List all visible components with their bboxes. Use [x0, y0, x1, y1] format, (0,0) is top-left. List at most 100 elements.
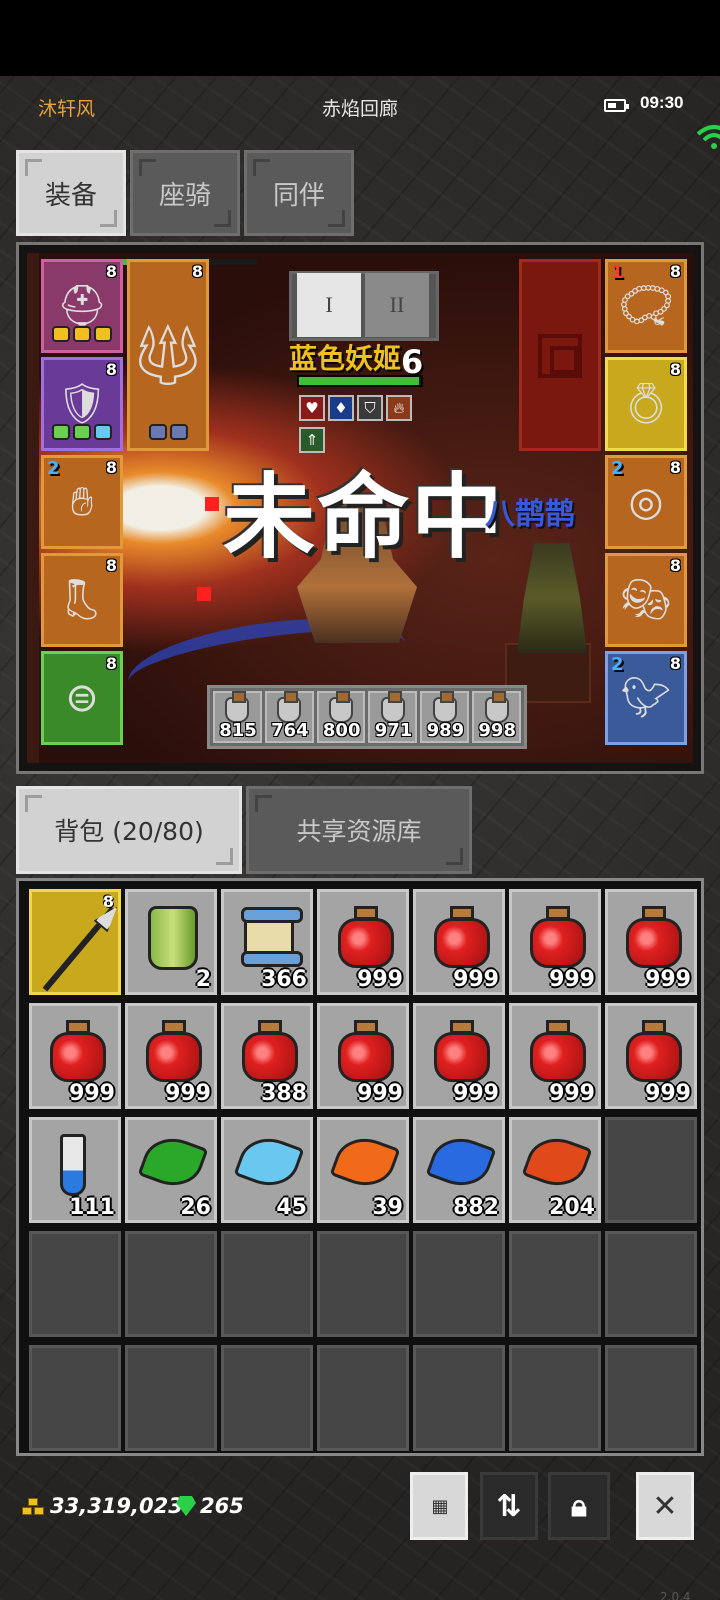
glove-icon: ✋︎	[70, 479, 94, 525]
enemy-buffs: ♥ ♦ ⛉ 🔥︎	[299, 395, 412, 421]
empty-bag-slot[interactable]	[317, 1231, 409, 1337]
item-level: 8	[102, 892, 114, 911]
bag-item[interactable]: 999	[125, 1003, 217, 1109]
bag-item[interactable]: 204	[509, 1117, 601, 1223]
potion-slot[interactable]: 971	[368, 691, 418, 743]
earring-icon: ◎	[628, 479, 664, 525]
item-count: 999	[453, 1081, 499, 1106]
trident-icon: 🔱︎	[129, 320, 207, 390]
empty-bag-slot[interactable]	[605, 1231, 697, 1337]
gold-coin-icon	[22, 1498, 46, 1518]
tab-backpack-label: 背包 (20/80)	[54, 817, 204, 846]
bag-item[interactable]: 999	[413, 1003, 505, 1109]
tab-mount[interactable]: 座骑	[130, 150, 240, 236]
fire-buff-icon[interactable]: 🔥︎	[386, 395, 412, 421]
item-count: 2	[195, 967, 211, 992]
mask-slot[interactable]: 🎭︎ 8	[605, 553, 687, 647]
amulet-slot[interactable]: 📿︎ 1 8	[605, 259, 687, 353]
glove-slot[interactable]: ✋︎ 2 8	[41, 455, 123, 549]
bag-item[interactable]: 999	[509, 1003, 601, 1109]
potion-count: 800	[322, 720, 361, 741]
grid-view-button[interactable]: ▦	[410, 1472, 468, 1540]
bag-item[interactable]: 366	[221, 889, 313, 995]
empty-bag-slot[interactable]	[125, 1345, 217, 1451]
sort-button[interactable]: ⇅	[480, 1472, 538, 1540]
potion-slot[interactable]: 998	[472, 691, 521, 743]
tab-equipment[interactable]: 装备	[16, 150, 126, 236]
bag-item[interactable]: 999	[605, 1003, 697, 1109]
earring-slot[interactable]: ◎ 2 8	[605, 455, 687, 549]
bag-item[interactable]: 999	[605, 889, 697, 995]
item-count: 39	[372, 1195, 403, 1220]
potion-slot[interactable]: 800	[316, 691, 366, 743]
round-2-button[interactable]: II	[365, 273, 429, 337]
bag-item[interactable]: 8	[29, 889, 121, 995]
bag-item[interactable]: 26	[125, 1117, 217, 1223]
bag-item[interactable]: 2	[125, 889, 217, 995]
empty-weapon-slot[interactable]	[519, 259, 601, 451]
belt-slot[interactable]: ⊜ 8	[41, 651, 123, 745]
bag-item[interactable]: 999	[29, 1003, 121, 1109]
bag-item[interactable]: 999	[509, 889, 601, 995]
empty-bag-slot[interactable]	[413, 1231, 505, 1337]
helmet-slot[interactable]: ⛑︎ 8	[41, 259, 123, 353]
round-2-label: II	[389, 292, 405, 317]
boots-slot[interactable]: 👢︎ 8	[41, 553, 123, 647]
helmet-icon: ⛑︎	[56, 283, 108, 329]
bag-item[interactable]: 999	[413, 889, 505, 995]
tab-backpack[interactable]: 背包 (20/80)	[16, 786, 242, 874]
empty-bag-slot[interactable]	[605, 1345, 697, 1451]
mana-buff-icon[interactable]: ♦	[328, 395, 354, 421]
empty-bag-slot[interactable]	[125, 1231, 217, 1337]
damage-spark	[205, 497, 219, 511]
shield-buff-icon[interactable]: ⛉	[357, 395, 383, 421]
empty-bag-slot[interactable]	[509, 1231, 601, 1337]
item-count: 999	[645, 967, 691, 992]
tab-shared-storage[interactable]: 共享资源库	[246, 786, 472, 874]
gem-amount: 265	[200, 1494, 244, 1518]
empty-bag-slot[interactable]	[317, 1345, 409, 1451]
lock-button[interactable]: 🔒︎	[548, 1472, 610, 1540]
enemy-sprite[interactable]	[517, 543, 587, 653]
round-1-button[interactable]: I	[297, 273, 361, 337]
potion-slot[interactable]: 989	[420, 691, 470, 743]
bag-item[interactable]: 45	[221, 1117, 313, 1223]
close-button[interactable]: ✕	[636, 1472, 694, 1540]
slot-level: 8	[105, 360, 117, 379]
bottom-toolbar: 33,319,023 265 ▦ ⇅ 🔒︎ ✕	[0, 1464, 720, 1564]
empty-bag-slot[interactable]	[221, 1345, 313, 1451]
weapon-slot[interactable]: 🔱︎ 8	[127, 259, 209, 451]
tab-equipment-label: 装备	[44, 180, 97, 211]
enemy-hp-bar	[297, 375, 423, 387]
bag-item[interactable]: 882	[413, 1117, 505, 1223]
gem-sockets	[52, 326, 112, 344]
empty-bag-slot[interactable]	[29, 1231, 121, 1337]
empty-bag-slot[interactable]	[605, 1117, 697, 1223]
potion-slot[interactable]: 815	[213, 691, 262, 743]
ring-slot[interactable]: 💍︎ 8	[605, 357, 687, 451]
red-potion-icon	[530, 1020, 586, 1082]
bag-item[interactable]: 999	[317, 1003, 409, 1109]
armor-slot[interactable]: 🛡︎ 8	[41, 357, 123, 451]
bag-item[interactable]: 39	[317, 1117, 409, 1223]
empty-bag-slot[interactable]	[221, 1231, 313, 1337]
red-potion-icon	[338, 906, 394, 968]
pet-slot[interactable]: 🐦︎ 2 8	[605, 651, 687, 745]
empty-bag-slot[interactable]	[509, 1345, 601, 1451]
belt-icon: ⊜	[65, 675, 99, 721]
bag-item[interactable]: 999	[317, 889, 409, 995]
potion-slot[interactable]: 764	[264, 691, 314, 743]
tab-companion[interactable]: 同伴	[244, 150, 354, 236]
slot-level: 8	[105, 262, 117, 281]
bag-item[interactable]: 111	[29, 1117, 121, 1223]
slot-level: 8	[105, 458, 117, 477]
empty-bag-slot[interactable]	[29, 1345, 121, 1451]
empty-bag-slot[interactable]	[413, 1345, 505, 1451]
potion-count: 764	[271, 720, 309, 741]
ring-icon: 💍︎	[620, 381, 672, 427]
slot-level: 8	[669, 360, 681, 379]
green-leaf-icon	[137, 1129, 209, 1195]
potion-count: 989	[426, 720, 465, 741]
attack-buff-icon[interactable]: ♥	[299, 395, 325, 421]
bag-item[interactable]: 388	[221, 1003, 313, 1109]
